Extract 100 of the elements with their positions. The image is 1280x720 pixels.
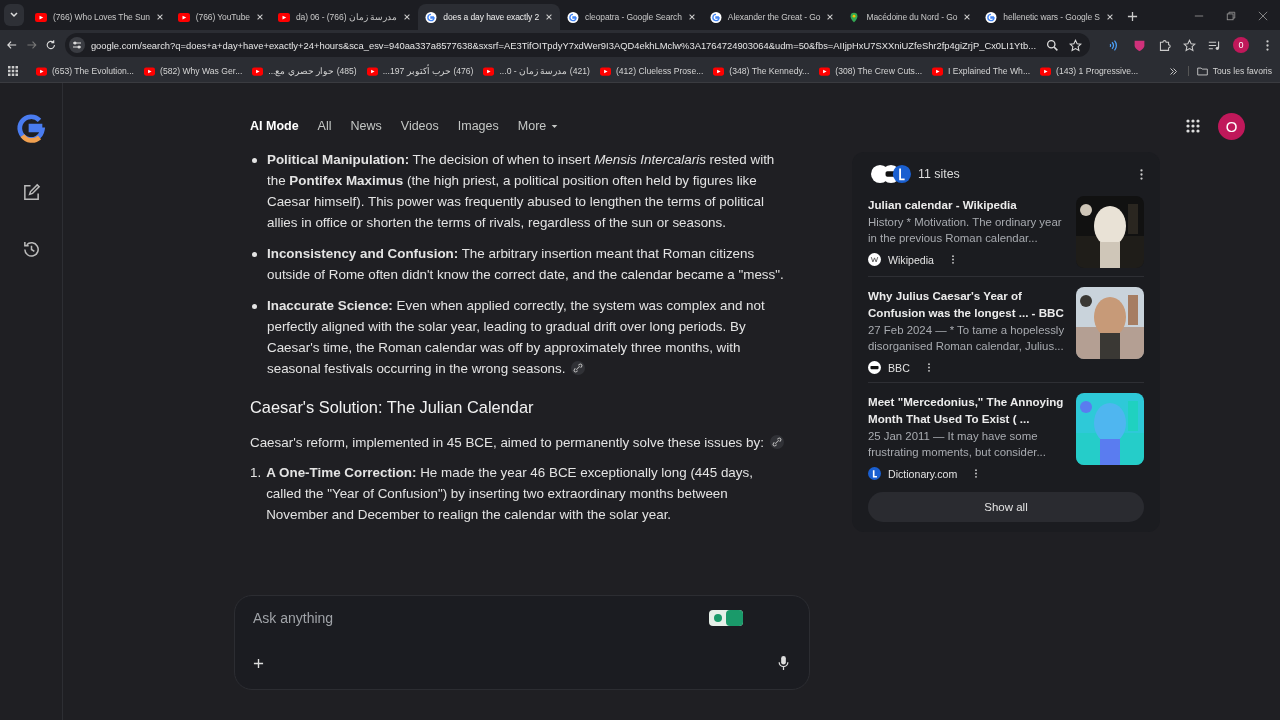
browser-tab[interactable]: (766) YouTube (170, 4, 271, 30)
source-title-link[interactable]: Julian calendar - Wikipedia (868, 196, 1070, 213)
tab-title: Alexander the Great - Go (727, 12, 821, 22)
more-options-icon[interactable] (926, 362, 931, 373)
history-icon[interactable] (21, 240, 41, 259)
bookmark-link[interactable]: (421) مدرسة زمان - 0... (499, 66, 590, 76)
youtube-icon (819, 66, 831, 76)
intro-paragraph: Caesar's reform, implemented in 45 BCE, aimed to permanently solve these issues by: (250, 432, 790, 453)
source-snippet: 25 Jan 2011 — It may have some frustrating moments, but consider... (868, 429, 1047, 460)
tab-title: (766) Who Loves The Sun (53, 12, 150, 22)
extension-badge-icon[interactable] (709, 610, 743, 626)
close-icon[interactable] (255, 13, 264, 21)
folder-icon (1196, 66, 1208, 76)
w-logo-icon (868, 253, 881, 266)
site-name: Dictionary.com (888, 467, 958, 480)
star-list-icon[interactable] (1183, 38, 1196, 52)
close-icon[interactable] (403, 13, 412, 21)
restore-icon[interactable] (1226, 11, 1236, 21)
sliders-icon[interactable] (68, 37, 85, 53)
bookmark-folder-link[interactable]: Tous les favoris (1212, 66, 1272, 76)
tab-title: (766) YouTube (195, 12, 250, 22)
browser-tab[interactable]: hellenetic wars - Google S (978, 4, 1121, 30)
nav-tab[interactable]: Images (457, 119, 499, 133)
tab-title: da) 06 - مدرسة زمان (766) (295, 12, 398, 22)
youtube-icon (366, 66, 378, 76)
profile-avatar[interactable]: 0 (1233, 37, 1249, 53)
close-icon[interactable] (963, 13, 972, 21)
nav-tab[interactable]: Videos (400, 119, 439, 133)
double-chevron-icon[interactable] (1168, 66, 1178, 76)
close-icon[interactable] (545, 13, 554, 21)
edit-icon[interactable] (21, 183, 41, 202)
reload-icon[interactable] (45, 38, 57, 52)
g-logo-icon[interactable] (14, 111, 48, 145)
shield-icon[interactable] (1133, 38, 1146, 52)
bookmark-link[interactable]: (412) Clueless Prose... (615, 66, 704, 76)
puzzle-icon[interactable] (1158, 38, 1171, 52)
section-heading: Caesar's Solution: The Julian Calendar (250, 397, 535, 418)
youtube-icon (1040, 66, 1052, 76)
close-icon[interactable] (1258, 11, 1268, 21)
more-menu-button[interactable]: More (517, 119, 559, 133)
source-title-link[interactable]: Meet "Mercedonius," The Annoying Month That Used To Exist ( ... (868, 393, 1070, 427)
star-icon[interactable] (1069, 38, 1082, 52)
bookmark-link[interactable]: (476) حرب أكتوبر 197... (382, 66, 474, 76)
source-title-link[interactable]: Why Julius Caesar's Year of Confusion was the longest ... - BBC (868, 287, 1070, 321)
step-paragraph: A One-Time Correction: He made the year 46 BCE exceptionally long (445 days, called the "Year of Confusion") by inserting two extraordinary months between November and December to realign the calendar with the solar year. (266, 464, 754, 524)
nav-tab[interactable]: AI Mode (250, 119, 299, 133)
bookmark-link[interactable]: I Explained The Wh... (948, 66, 1031, 76)
bookmark-link[interactable]: (582) Why Was Ger... (160, 66, 243, 76)
plus-icon[interactable] (1126, 11, 1138, 22)
nav-tab[interactable]: News (350, 119, 382, 133)
address-bar[interactable]: google.com/search?q=does+a+day+have+exactly+24+hours&sca_esv=940aa337a8577638&sxsrf=AE3TifOITpdyY7xdWer9I3AQD4ekhLMclw%3A1764724903064&udm=50&fbs=AIIjpHxU7SXXniUZfeShr2fp4giZrjP_Cx0LI1Ytb... (64, 33, 1090, 57)
sites-count: 11 sites (918, 167, 960, 181)
browser-tab[interactable]: Alexander the Great - Go (702, 4, 842, 30)
browser-tab[interactable]: da) 06 - مدرسة زمان (766) (270, 4, 419, 30)
apps-icon[interactable] (1186, 119, 1200, 133)
bookmark-link[interactable]: (308) The Crew Cuts... (835, 66, 923, 76)
url-text: google.com/search?q=does+a+day+have+exactly+24+hours&sca_esv=940aa337a8577638&sxsrf=AE3TifOITpdyY7xdWer9I3AQD4ekhLMclw%3A1764724903064&udm=50&fbs=AIIjpHxU7SXXniUZfeShr2fp4giZrjP_Cx0LI1Ytb... (90, 39, 1036, 51)
more-options-icon[interactable] (974, 468, 979, 479)
zoom-icon[interactable] (1046, 38, 1059, 52)
tab-title: cleopatra - Google Search (585, 12, 682, 22)
browser-tab[interactable]: Macédoine du Nord - Go (841, 4, 979, 30)
browser-tab[interactable]: (766) Who Loves The Sun (28, 4, 171, 30)
bullet-paragraph: Inconsistency and Confusion: The arbitrary insertion meant that Roman citizens outside of Rome often didn't know the correct date, and the calendar became a "mess". (267, 245, 785, 284)
youtube-icon (599, 66, 611, 76)
chevron-down-icon[interactable] (4, 4, 24, 26)
bullet-paragraph: Political Manipulation: The decision of when to insert Mensis Intercalaris rested with the Pontifex Maximus (the high priest, a political position often held by figures like Caesar himself). This power was frequently abused to lengthen the terms of political allies in office or shorten the terms of rivals, regardless of the sun or seasons. (267, 151, 776, 232)
bookmark-link[interactable]: (653) The Evolution... (52, 66, 134, 76)
media-queue-icon[interactable] (1208, 38, 1221, 52)
plus-icon[interactable] (253, 657, 264, 669)
google-icon (709, 11, 722, 23)
youtube-icon (36, 66, 47, 76)
more-options-icon[interactable] (1139, 167, 1144, 181)
youtube-icon (932, 66, 944, 76)
letter-logo-icon (868, 467, 881, 480)
nav-tab[interactable]: All (317, 119, 332, 133)
list-number: 1. (250, 464, 262, 482)
close-icon[interactable] (155, 13, 164, 21)
youtube-icon (35, 11, 47, 23)
ask-input[interactable]: Ask anything (253, 610, 709, 626)
tab-title: hellenetic wars - Google S (1003, 12, 1100, 22)
back-arrow-icon[interactable] (6, 38, 18, 52)
bookmark-link[interactable]: (143) 1 Progressive... (1056, 66, 1139, 76)
microphone-icon[interactable] (778, 655, 789, 671)
link-icon[interactable] (769, 435, 784, 449)
blocks-logo-icon (868, 361, 881, 374)
browser-tab[interactable]: cleopatra - Google Search (560, 4, 703, 30)
show-all-button[interactable]: Show all (868, 492, 1144, 522)
close-icon[interactable] (687, 13, 696, 21)
close-icon[interactable] (1105, 13, 1114, 21)
apps-icon[interactable] (8, 66, 18, 76)
bookmark-link[interactable]: (348) The Kennedy... (729, 66, 810, 76)
source-snippet: 27 Feb 2024 — * To tame a hopelessly disorganised Roman calendar, Julius... (868, 323, 1066, 354)
browser-tab[interactable]: does a day have exactly 2 (418, 4, 561, 30)
account-avatar[interactable]: O (1218, 112, 1245, 140)
google-icon (425, 11, 438, 23)
more-options-icon[interactable] (950, 254, 955, 265)
link-icon[interactable] (571, 361, 586, 375)
close-icon[interactable] (826, 13, 835, 21)
bookmark-link[interactable]: (485) حوار حصري مع... (268, 66, 357, 76)
google-icon (985, 11, 998, 23)
